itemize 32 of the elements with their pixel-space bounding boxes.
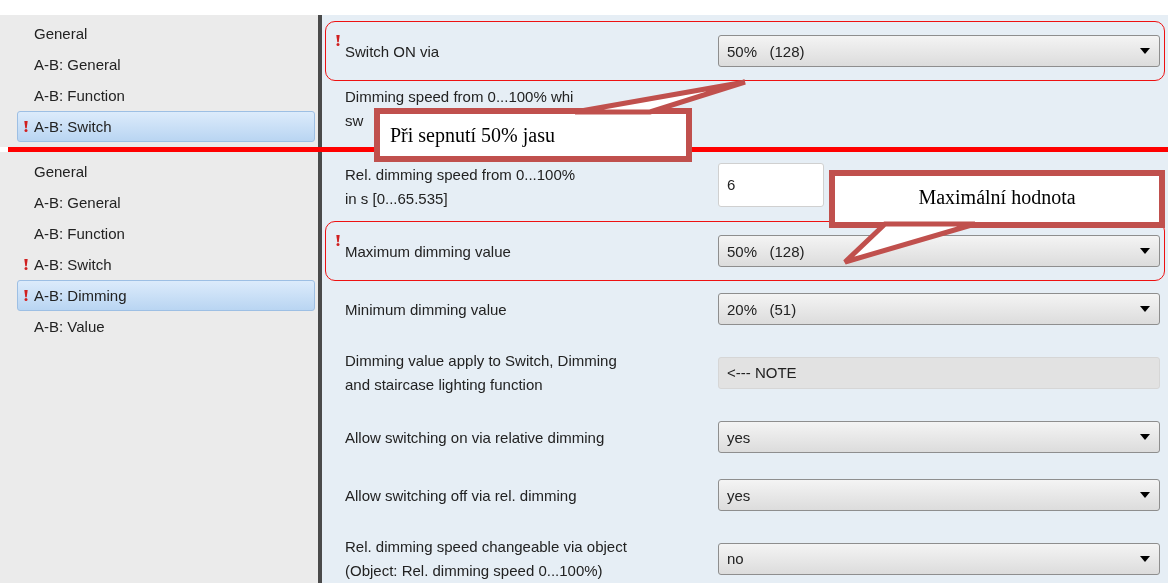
sidebar-item[interactable]: A-B: Value bbox=[17, 311, 315, 342]
dropdown[interactable]: yes bbox=[718, 421, 1160, 453]
sidebar-item[interactable]: General bbox=[17, 18, 315, 49]
parameter-label: Maximum dimming value bbox=[345, 242, 512, 260]
dropdown[interactable]: yes bbox=[718, 479, 1160, 511]
sidebar-item[interactable]: A-B: General bbox=[17, 187, 315, 218]
sidebar-item[interactable]: A-B: Function bbox=[17, 218, 315, 249]
dropdown[interactable]: 50% (128) bbox=[718, 235, 1160, 267]
caret-icon bbox=[1140, 248, 1150, 254]
dropdown[interactable]: 50% (128) bbox=[718, 35, 1160, 67]
parameter-label: Dimming value apply to Switch, Dimming and staircase lighting function bbox=[345, 351, 618, 395]
parameter-label: Minimum dimming value bbox=[345, 300, 508, 318]
note-field: <--- NOTE bbox=[718, 357, 1160, 389]
sidebar-item[interactable]: A-B: Dimming bbox=[17, 280, 315, 311]
sidebar-item[interactable]: A-B: General bbox=[17, 49, 315, 80]
parameter-label: Rel. dimming speed changeable via object (Object: Rel. dimming speed 0...100%) bbox=[345, 537, 628, 581]
caret-icon bbox=[1140, 556, 1150, 562]
parameter-label: Switch ON via bbox=[345, 42, 441, 60]
sidebar-item[interactable]: A-B: Switch bbox=[17, 111, 315, 142]
parameter-label: Rel. dimming speed from 0...100% in s [0...65.535] bbox=[345, 165, 577, 209]
sidebar-item[interactable]: General bbox=[17, 156, 315, 187]
input-field[interactable]: 6 bbox=[718, 163, 824, 207]
caret-icon bbox=[1140, 48, 1150, 54]
parameter-label: Allow switching on via relative dimming bbox=[345, 428, 606, 446]
sidebar-item[interactable]: A-B: Function bbox=[17, 80, 315, 111]
caret-icon bbox=[1140, 306, 1150, 312]
parameter-label: Allow switching off via rel. dimming bbox=[345, 486, 578, 504]
caret-icon bbox=[1140, 492, 1150, 498]
caret-icon bbox=[1140, 434, 1150, 440]
sidebar-item[interactable]: A-B: Switch bbox=[17, 249, 315, 280]
dropdown[interactable]: no bbox=[718, 543, 1160, 575]
dropdown[interactable]: 20% (51) bbox=[718, 293, 1160, 325]
